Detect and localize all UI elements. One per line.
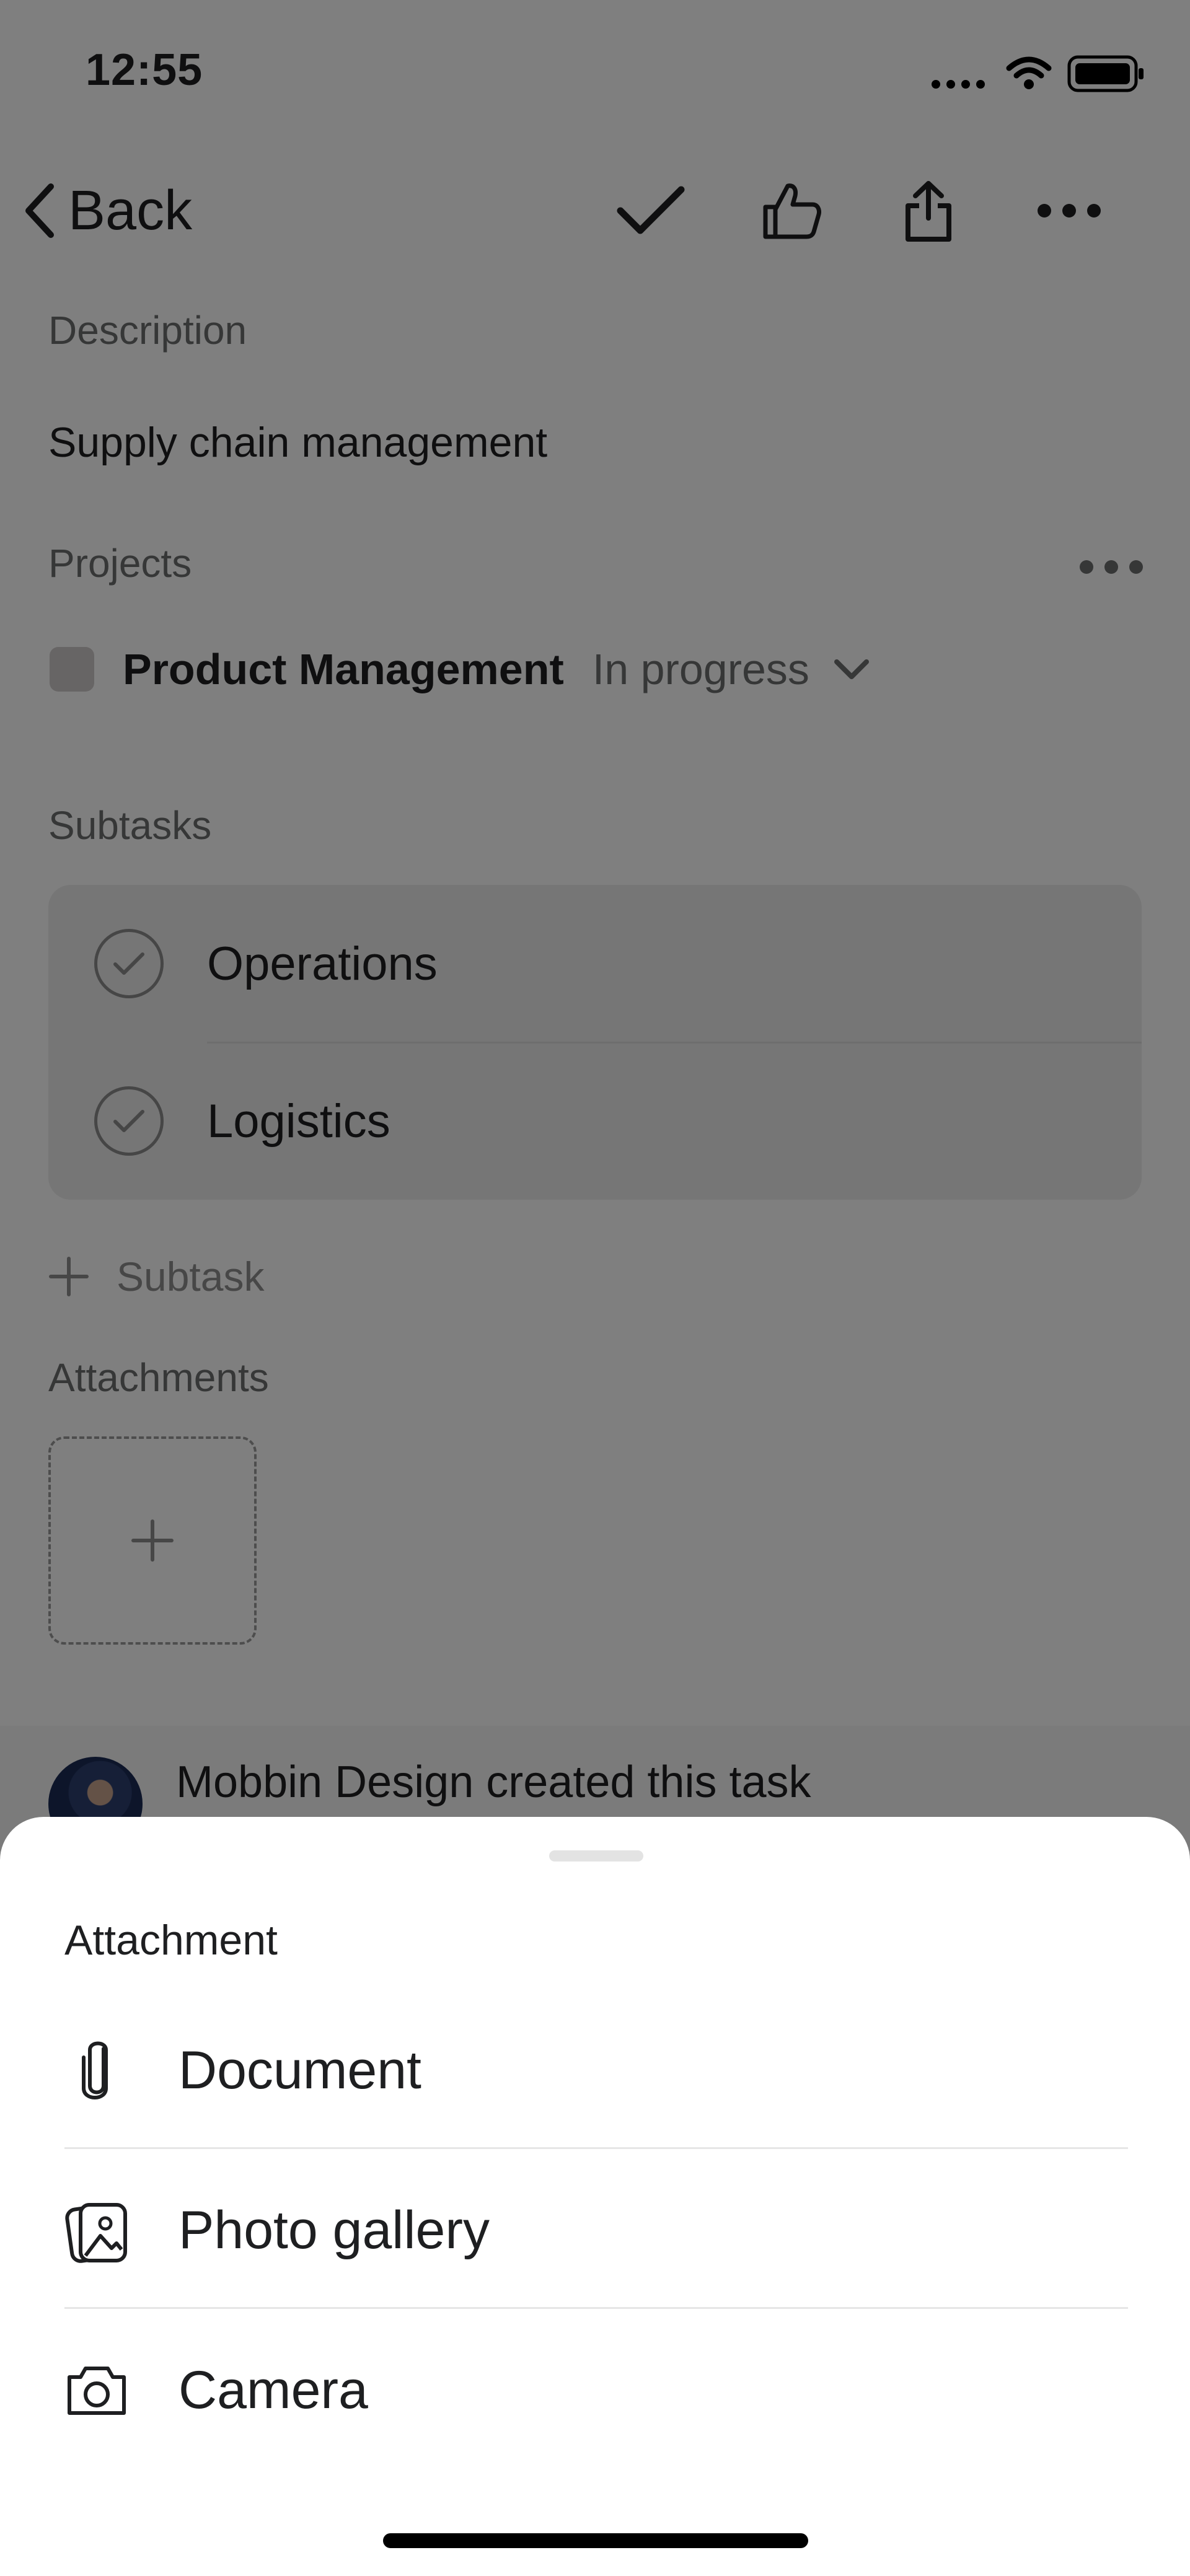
document-option[interactable]: Document [64, 1990, 1128, 2150]
camera-option[interactable]: Camera [64, 2310, 1128, 2470]
camera-option-label: Camera [178, 2360, 368, 2420]
camera-icon [64, 2356, 129, 2424]
paperclip-icon [64, 2036, 129, 2104]
sheet-title: Attachment [64, 1917, 278, 1964]
home-indicator[interactable] [383, 2533, 808, 2548]
photo-gallery-icon [64, 2196, 129, 2264]
divider [64, 2307, 1128, 2309]
photo-gallery-option[interactable]: Photo gallery [64, 2150, 1128, 2310]
photo-gallery-option-label: Photo gallery [178, 2200, 490, 2260]
attachment-sheet: Attachment Document Photo gallery Camera [0, 1817, 1190, 2576]
task-detail-screen: 12:55 Back [0, 0, 1190, 2576]
divider [64, 2147, 1128, 2149]
document-option-label: Document [178, 2040, 421, 2100]
sheet-grabber[interactable] [549, 1850, 643, 1862]
